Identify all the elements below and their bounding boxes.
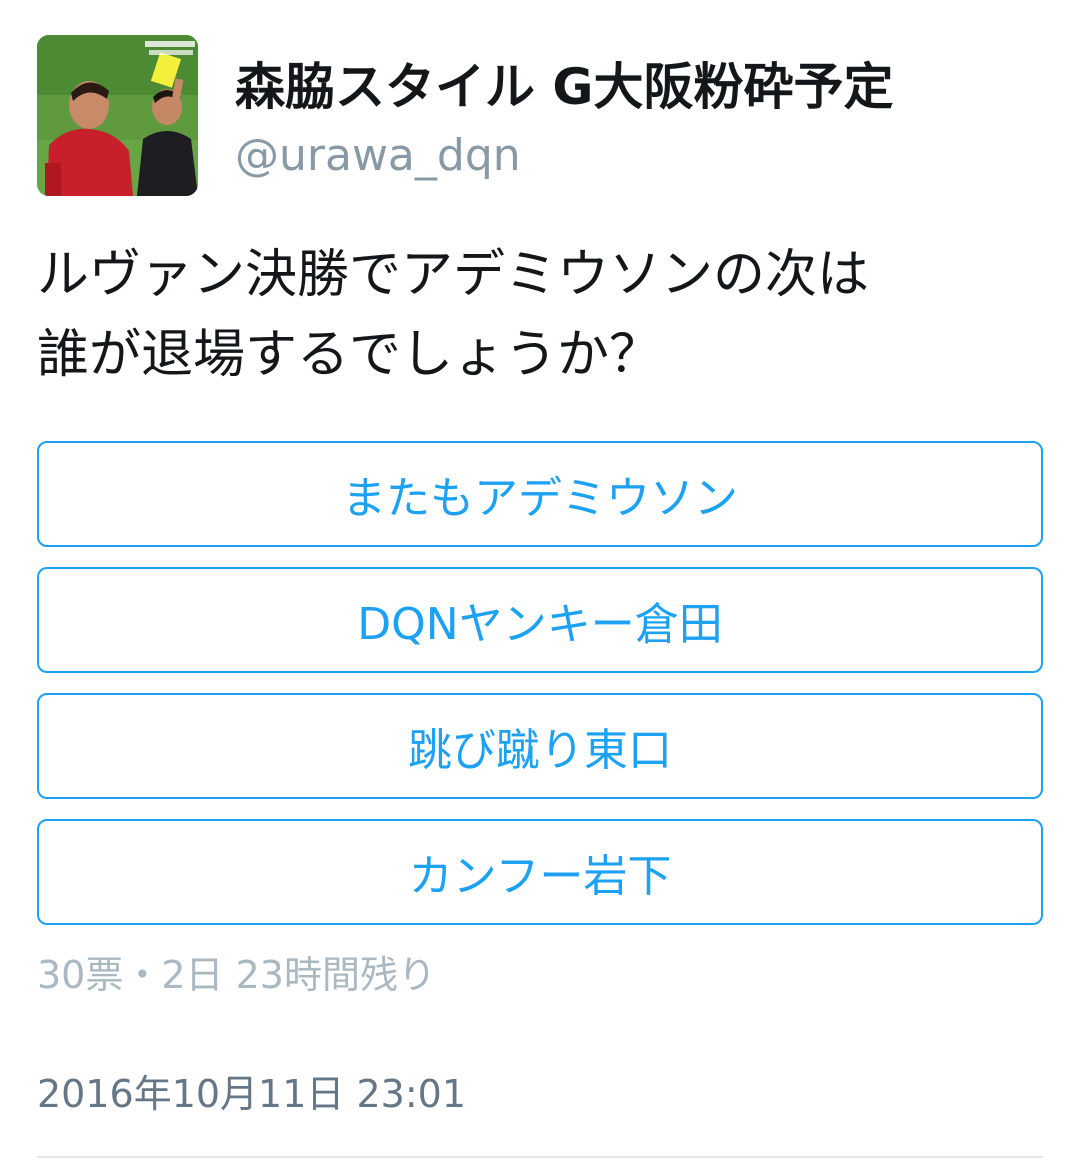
- poll-option-3[interactable]: 跳び蹴り東口: [37, 693, 1043, 799]
- divider: [37, 1156, 1043, 1158]
- avatar[interactable]: [37, 35, 198, 196]
- timestamp[interactable]: 2016年10月11日 23:01: [37, 1067, 466, 1121]
- tweet-text-line: 誰が退場するでしょうか？: [37, 325, 662, 385]
- tweet-text: ルヴァン決勝でアデミウソンの次は 誰が退場するでしょうか？: [37, 235, 1047, 395]
- poll-option-4[interactable]: カンフー岩下: [37, 819, 1043, 925]
- screen-name[interactable]: @urawa_dqn: [235, 126, 521, 186]
- tweet: 森脇スタイル G大阪粉砕予定 @urawa_dqn ルヴァン決勝でアデミウソンの…: [0, 0, 1079, 1160]
- poll: またもアデミウソン DQNヤンキー倉田 跳び蹴り東口 カンフー岩下: [37, 441, 1043, 945]
- poll-option-2[interactable]: DQNヤンキー倉田: [37, 567, 1043, 673]
- poll-option-1[interactable]: またもアデミウソン: [37, 441, 1043, 547]
- tweet-text-line: ルヴァン決勝でアデミウソンの次は: [37, 245, 870, 305]
- display-name[interactable]: 森脇スタイル G大阪粉砕予定: [235, 52, 893, 122]
- poll-meta: 30票・2日 23時間残り: [37, 953, 436, 997]
- profile-photo-icon: [37, 35, 198, 196]
